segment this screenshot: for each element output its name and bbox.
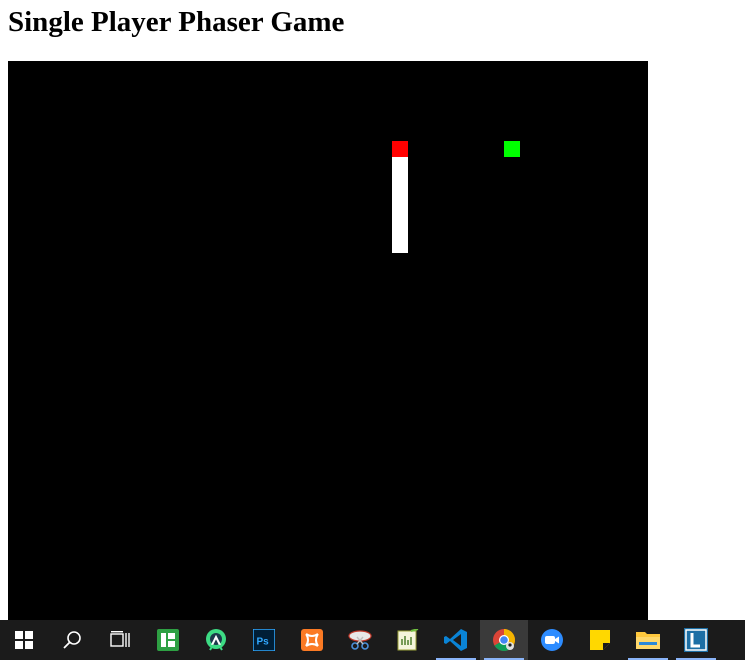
xampp-icon (301, 629, 323, 651)
taskbar-notepad-plus-plus[interactable] (384, 620, 432, 660)
app-grid-green-icon (157, 629, 179, 651)
taskbar-snipping-tool[interactable] (336, 620, 384, 660)
snipping-tool-icon (348, 630, 372, 650)
snake-head (392, 141, 408, 157)
sticky-notes-icon (590, 630, 610, 650)
vscode-icon (444, 629, 467, 651)
windows-start-button[interactable] (0, 620, 48, 660)
taskbar-app-grid[interactable] (144, 620, 192, 660)
game-canvas[interactable] (8, 61, 648, 621)
search-icon (63, 631, 81, 649)
task-view-icon (110, 631, 130, 647)
file-explorer-icon (636, 632, 660, 649)
taskbar-photoshop[interactable]: Ps (240, 620, 288, 660)
svg-text:Ps: Ps (257, 637, 270, 648)
taskbar-sticky-notes[interactable] (576, 620, 624, 660)
snake-body (392, 157, 408, 253)
page-title: Single Player Phaser Game (8, 6, 345, 38)
lightworks-icon (684, 628, 708, 652)
taskbar: Ps (0, 620, 745, 660)
zoom-icon (541, 629, 563, 651)
taskbar-lightworks[interactable] (672, 620, 720, 660)
photoshop-icon: Ps (253, 629, 275, 651)
windows-start-icon (15, 631, 33, 649)
food-pellet (504, 141, 520, 157)
chrome-icon (493, 629, 515, 651)
taskbar-vscode[interactable] (432, 620, 480, 660)
taskbar-zoom[interactable] (528, 620, 576, 660)
task-view-button[interactable] (96, 620, 144, 660)
taskbar-chrome[interactable] (480, 620, 528, 660)
search-button[interactable] (48, 620, 96, 660)
taskbar-xampp[interactable] (288, 620, 336, 660)
taskbar-file-explorer[interactable] (624, 620, 672, 660)
notepad-plus-plus-icon (397, 629, 419, 651)
taskbar-android-studio[interactable] (192, 620, 240, 660)
android-studio-icon (206, 629, 226, 651)
